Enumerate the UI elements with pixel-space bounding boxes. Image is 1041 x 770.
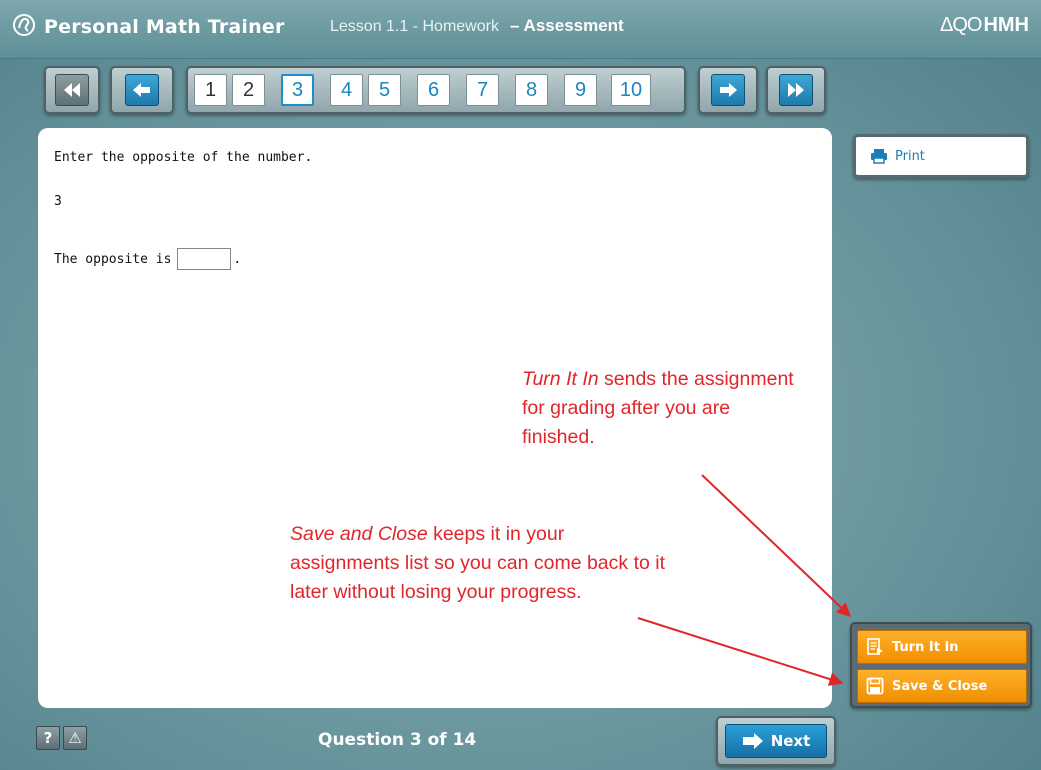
print-button[interactable]: Print bbox=[853, 134, 1029, 178]
save-close-annotation-em: Save and Close bbox=[290, 523, 428, 545]
answer-suffix: . bbox=[233, 251, 242, 267]
turn-in-annotation: Turn It In sends the assignment for grad… bbox=[522, 365, 802, 452]
next-button[interactable]: Next bbox=[725, 724, 827, 758]
submit-actions-group: Turn It In Save & Close bbox=[850, 622, 1032, 708]
question-counter: Question 3 of 14 bbox=[318, 730, 477, 750]
question-number-value: 3 bbox=[54, 194, 62, 209]
hmh-mark: ΔQO bbox=[939, 14, 982, 36]
previous-question-button[interactable] bbox=[125, 74, 159, 106]
double-right-arrow-icon bbox=[788, 83, 804, 97]
turn-in-icon bbox=[867, 638, 883, 655]
left-arrow-icon bbox=[133, 83, 150, 97]
right-arrow-icon bbox=[720, 83, 737, 97]
next-nav-group bbox=[698, 66, 758, 114]
right-arrow-icon bbox=[742, 733, 763, 749]
turn-it-in-button[interactable]: Turn It In bbox=[857, 630, 1027, 664]
question-10-button[interactable]: 10 bbox=[611, 74, 651, 106]
question-4-button[interactable]: 4 bbox=[330, 74, 363, 106]
help-button[interactable]: ? bbox=[36, 726, 60, 750]
print-label: Print bbox=[895, 148, 925, 164]
save-close-annotation: Save and Close keeps it in your assignme… bbox=[290, 520, 670, 607]
first-question-button[interactable] bbox=[55, 74, 89, 106]
question-7-button[interactable]: 7 bbox=[466, 74, 499, 106]
question-number-strip: 1 2 3 4 5 6 7 8 9 10 bbox=[186, 66, 686, 114]
top-bar: Personal Math Trainer Lesson 1.1 - Homew… bbox=[0, 0, 1041, 59]
next-question-arrow-button[interactable] bbox=[711, 74, 745, 106]
question-3-button[interactable]: 3 bbox=[281, 74, 314, 106]
last-question-button[interactable] bbox=[779, 74, 813, 106]
double-left-arrow-icon bbox=[64, 83, 80, 97]
question-5-button[interactable]: 5 bbox=[368, 74, 401, 106]
prev-nav-group bbox=[110, 66, 174, 114]
alert-button[interactable]: ⚠ bbox=[63, 726, 87, 750]
save-disk-icon bbox=[866, 677, 884, 695]
hmh-logo: ΔQO HMH bbox=[940, 14, 1029, 37]
answer-input[interactable] bbox=[177, 248, 232, 270]
question-prompt: Enter the opposite of the number. bbox=[54, 150, 313, 165]
question-8-button[interactable]: 8 bbox=[515, 74, 548, 106]
lesson-title: Lesson 1.1 - Homework bbox=[330, 18, 499, 35]
assessment-label: – Assessment bbox=[510, 16, 624, 35]
answer-label: The opposite is bbox=[54, 251, 172, 267]
next-label: Next bbox=[770, 732, 811, 750]
last-nav-group bbox=[766, 66, 826, 114]
printer-icon bbox=[871, 149, 887, 164]
pmt-logo-icon bbox=[13, 14, 35, 36]
question-2-button[interactable]: 2 bbox=[232, 74, 265, 106]
hmh-text: HMH bbox=[983, 14, 1029, 36]
question-1-button[interactable]: 1 bbox=[194, 74, 227, 106]
turn-in-annotation-em: Turn It In bbox=[522, 368, 599, 390]
app-title: Personal Math Trainer bbox=[44, 16, 285, 38]
first-nav-group bbox=[44, 66, 100, 114]
save-and-close-button[interactable]: Save & Close bbox=[857, 669, 1027, 703]
question-6-button[interactable]: 6 bbox=[417, 74, 450, 106]
warning-icon: ⚠ bbox=[68, 729, 82, 747]
next-button-group: Next bbox=[716, 716, 836, 766]
turn-it-in-label: Turn It In bbox=[892, 639, 959, 655]
question-9-button[interactable]: 9 bbox=[564, 74, 597, 106]
answer-row: The opposite is . bbox=[54, 248, 241, 270]
save-and-close-label: Save & Close bbox=[892, 678, 988, 694]
